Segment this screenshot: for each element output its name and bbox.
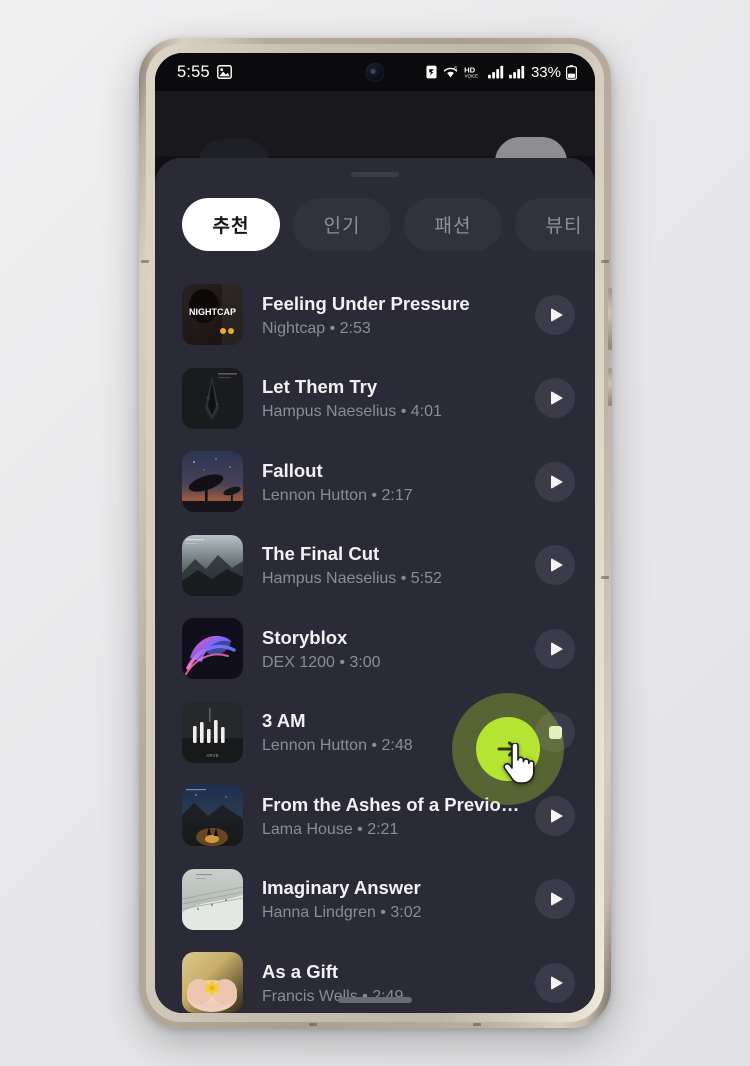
track-subtitle: DEX 1200 • 3:00 <box>262 653 381 671</box>
tab-ingi[interactable]: 인기 <box>293 198 391 251</box>
home-indicator <box>338 997 412 1003</box>
play-icon <box>551 975 563 990</box>
track-meta: Imaginary Answer Hanna Lindgren • 3:02 <box>262 876 523 922</box>
play-button[interactable] <box>535 962 575 1003</box>
frame-seam-bottom-1 <box>309 1023 317 1026</box>
track-subtitle: Hanna Lindgren • 3:02 <box>262 904 422 922</box>
phone-screen: 5:55 6 HD VOICE 33% 추천 인기 패션 뷰티 NIGHTCAP… <box>155 53 595 1013</box>
track-title: Storyblox <box>262 626 348 648</box>
frame-seam-mid-right <box>601 576 609 579</box>
svg-text:VOICE: VOICE <box>465 74 478 79</box>
signal-bars-icon-2 <box>509 65 525 79</box>
play-button[interactable] <box>535 461 575 502</box>
track-subtitle: Hampus Naeselius • 5:52 <box>262 570 442 588</box>
sim-icon <box>426 65 437 79</box>
track-row[interactable]: Let Them Try Hampus Naeselius • 4:01 <box>155 357 595 441</box>
album-art: ARVE <box>182 701 243 763</box>
battery-icon <box>566 64 577 80</box>
tab-label: 인기 <box>323 216 361 237</box>
track-title: As a Gift <box>262 960 339 982</box>
svg-text:NIGHTCAP: NIGHTCAP <box>189 307 236 317</box>
track-meta: Storyblox DEX 1200 • 3:00 <box>262 626 523 672</box>
album-art: NIGHTCAP <box>182 284 243 346</box>
bottom-sheet: 추천 인기 패션 뷰티 NIGHTCAP Feeling Under Press… <box>155 158 595 1013</box>
tab-label: 패션 <box>434 216 472 237</box>
category-tab-bar: 추천 인기 패션 뷰티 <box>155 198 595 251</box>
track-title: Imaginary Answer <box>262 877 421 899</box>
album-art <box>182 868 243 930</box>
play-icon <box>551 641 563 656</box>
album-art <box>182 785 243 847</box>
status-bar-right: 6 HD VOICE 33% <box>426 64 577 81</box>
tab-chucheon[interactable]: 추천 <box>182 198 280 251</box>
tab-label: 추천 <box>212 216 250 237</box>
play-button[interactable] <box>535 378 575 419</box>
frame-seam-bottom-2 <box>473 1023 481 1026</box>
play-icon <box>551 474 563 489</box>
play-icon <box>551 558 563 573</box>
wifi-icon: 6 <box>442 65 459 79</box>
svg-text:AS A GIFT: AS A GIFT <box>204 1004 222 1008</box>
play-icon <box>551 808 563 823</box>
hd-voice-icon: HD VOICE <box>464 65 483 79</box>
tab-paesyeon[interactable]: 패션 <box>404 198 502 251</box>
track-meta: Fallout Lennon Hutton • 2:17 <box>262 459 523 505</box>
track-subtitle: Lama House • 2:21 <box>262 820 399 838</box>
screenshot-canvas: 5:55 6 HD VOICE 33% 추천 인기 패션 뷰티 NIGHTCAP… <box>0 0 750 1066</box>
power-button[interactable] <box>608 368 612 406</box>
frame-seam-left <box>141 260 149 263</box>
play-button[interactable] <box>535 795 575 836</box>
play-button[interactable] <box>535 628 575 669</box>
play-icon <box>551 892 563 907</box>
status-time: 5:55 <box>177 62 210 81</box>
track-meta: Let Them Try Hampus Naeselius • 4:01 <box>262 375 523 421</box>
play-icon <box>551 391 563 406</box>
album-art: AS A GIFT <box>182 952 243 1013</box>
album-art <box>182 451 243 513</box>
album-art <box>182 367 243 429</box>
track-title: Feeling Under Pressure <box>262 292 470 314</box>
play-button[interactable] <box>535 294 575 335</box>
track-row[interactable]: Imaginary Answer Hanna Lindgren • 3:02 <box>155 858 595 942</box>
battery-percent-label: 33% <box>530 63 561 81</box>
track-list[interactable]: NIGHTCAP Feeling Under Pressure Nightcap… <box>155 273 595 1013</box>
track-subtitle: Nightcap • 2:53 <box>262 319 371 337</box>
track-title: Fallout <box>262 459 323 481</box>
track-subtitle: Lennon Hutton • 2:17 <box>262 486 413 504</box>
play-button[interactable] <box>535 545 575 586</box>
signal-bars-icon <box>488 65 504 79</box>
track-row[interactable]: NIGHTCAP Feeling Under Pressure Nightcap… <box>155 273 595 357</box>
track-title: The Final Cut <box>262 543 380 565</box>
status-bar-left: 5:55 <box>177 63 232 82</box>
track-row[interactable]: Storyblox DEX 1200 • 3:00 <box>155 607 595 691</box>
phone-device-frame: 5:55 6 HD VOICE 33% 추천 인기 패션 뷰티 NIGHTCAP… <box>139 38 612 1028</box>
track-meta: The Final Cut Hampus Naeselius • 5:52 <box>262 542 523 588</box>
track-subtitle: Hampus Naeselius • 4:01 <box>262 403 442 421</box>
front-camera-punch-hole <box>365 63 385 82</box>
track-meta: Feeling Under Pressure Nightcap • 2:53 <box>262 292 523 338</box>
svg-text:6: 6 <box>454 66 457 72</box>
sheet-drag-handle[interactable] <box>351 172 399 177</box>
tab-label: 뷰티 <box>545 216 583 237</box>
track-title: Let Them Try <box>262 376 378 398</box>
image-icon <box>217 65 232 79</box>
pointing-hand-cursor <box>502 742 536 790</box>
play-button[interactable] <box>535 879 575 920</box>
volume-button[interactable] <box>608 288 612 350</box>
album-art <box>182 618 243 680</box>
album-art <box>182 534 243 596</box>
svg-text:ARVE: ARVE <box>206 753 218 758</box>
tab-byuti[interactable]: 뷰티 <box>515 198 595 251</box>
play-icon <box>551 307 563 322</box>
album-art-row[interactable]: The Final Cut Hampus Naeselius • 5:52 <box>155 524 595 608</box>
frame-seam-top-right <box>601 260 609 263</box>
track-row[interactable]: Fallout Lennon Hutton • 2:17 <box>155 440 595 524</box>
